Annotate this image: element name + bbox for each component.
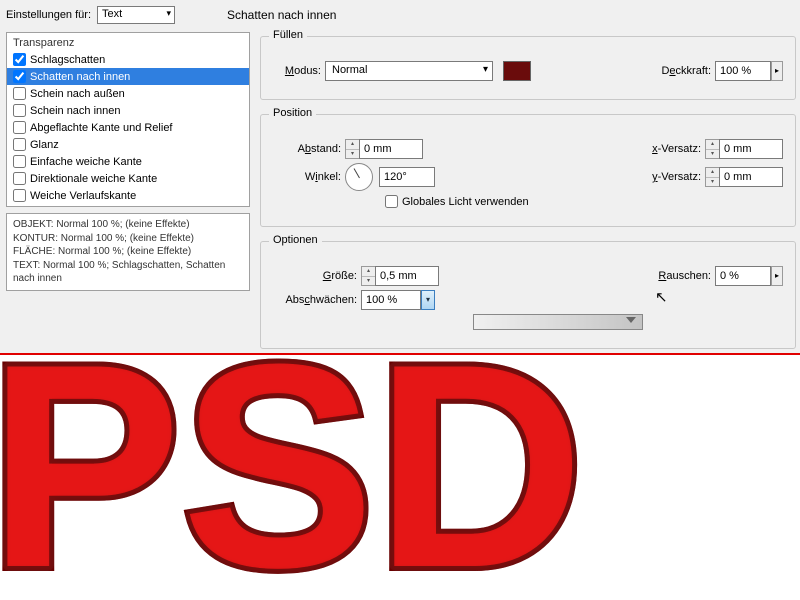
opacity-input[interactable] xyxy=(715,61,771,81)
distance-input[interactable] xyxy=(359,139,423,159)
size-spinner[interactable]: ▴▾ xyxy=(361,266,375,286)
effect-label: Schlagschatten xyxy=(30,54,105,66)
effect-item[interactable]: Abgeflachte Kante und Relief xyxy=(7,119,249,136)
effects-list[interactable]: Transparenz Schlagschatten Schatten nach … xyxy=(6,32,250,207)
effect-label: Einfache weiche Kante xyxy=(30,156,142,168)
fill-group: Füllen Modus: Normal Deckkraft: ▸ xyxy=(260,36,796,100)
effect-item[interactable]: Weiche Verlaufskante xyxy=(7,187,249,204)
effect-checkbox[interactable] xyxy=(13,104,26,117)
global-light-checkbox[interactable] xyxy=(385,195,398,208)
effect-item[interactable]: Einfache weiche Kante xyxy=(7,153,249,170)
effect-item[interactable]: Glanz xyxy=(7,136,249,153)
effect-item[interactable]: Direktionale weiche Kante xyxy=(7,170,249,187)
size-input[interactable] xyxy=(375,266,439,286)
effect-item[interactable]: Schlagschatten xyxy=(7,51,249,68)
effect-checkbox[interactable] xyxy=(13,53,26,66)
effect-label: Glanz xyxy=(30,139,59,151)
effect-label: Direktionale weiche Kante xyxy=(30,173,157,185)
opacity-label: Deckkraft: xyxy=(661,65,715,77)
effect-checkbox[interactable] xyxy=(13,121,26,134)
position-group: Position Abstand: ▴▾ x-Versatz: ▴▾ Winke… xyxy=(260,114,796,227)
effect-checkbox[interactable] xyxy=(13,155,26,168)
effects-summary: OBJEKT: Normal 100 %; (keine Effekte) KO… xyxy=(6,213,250,291)
mode-label: Modus: xyxy=(273,65,325,77)
effects-dialog: Einstellungen für: Text Schatten nach in… xyxy=(0,0,800,355)
effect-item[interactable]: Schein nach außen xyxy=(7,85,249,102)
noise-label: Rauschen: xyxy=(658,270,715,282)
distance-spinner[interactable]: ▴▾ xyxy=(345,139,359,159)
noise-menu-icon[interactable]: ▸ xyxy=(771,266,783,286)
effect-label: Schein nach innen xyxy=(30,105,121,117)
effect-checkbox[interactable] xyxy=(13,189,26,202)
opacity-menu-icon[interactable]: ▸ xyxy=(771,61,783,81)
angle-input[interactable] xyxy=(379,167,435,187)
xoffset-spinner[interactable]: ▴▾ xyxy=(705,139,719,159)
xoffset-label: x-Versatz: xyxy=(652,143,705,155)
global-light-label: Globales Licht verwenden xyxy=(402,196,529,208)
yoffset-spinner[interactable]: ▴▾ xyxy=(705,167,719,187)
choke-dropdown-icon[interactable]: ▾ xyxy=(421,290,435,310)
effect-item[interactable]: Schein nach innen xyxy=(7,102,249,119)
settings-for-label: Einstellungen für: xyxy=(6,9,91,21)
document-preview: PSD xyxy=(0,357,800,600)
effect-label: Schatten nach innen xyxy=(30,71,130,83)
yoffset-label: y-Versatz: xyxy=(652,171,705,183)
mode-select[interactable]: Normal xyxy=(325,61,493,81)
options-group: Optionen Größe: ▴▾ Rauschen: ▸ Abschwäch… xyxy=(260,241,796,349)
contour-gradient[interactable] xyxy=(473,314,643,330)
noise-input[interactable] xyxy=(715,266,771,286)
effect-checkbox[interactable] xyxy=(13,172,26,185)
panel-title: Schatten nach innen xyxy=(227,8,336,22)
choke-input[interactable] xyxy=(361,290,421,310)
size-label: Größe: xyxy=(273,270,361,282)
effect-checkbox[interactable] xyxy=(13,87,26,100)
angle-label: Winkel: xyxy=(273,171,345,183)
preview-text: PSD xyxy=(0,357,584,600)
angle-dial[interactable] xyxy=(345,163,373,191)
effect-label: Schein nach außen xyxy=(30,88,125,100)
settings-for-select[interactable]: Text xyxy=(97,6,175,24)
xoffset-input[interactable] xyxy=(719,139,783,159)
effect-label: Weiche Verlaufskante xyxy=(30,190,136,202)
effect-checkbox[interactable] xyxy=(13,70,26,83)
distance-label: Abstand: xyxy=(273,143,345,155)
yoffset-input[interactable] xyxy=(719,167,783,187)
effect-item[interactable]: Schatten nach innen xyxy=(7,68,249,85)
effects-list-header: Transparenz xyxy=(7,35,249,51)
choke-label: Abschwächen: xyxy=(273,294,361,306)
effect-label: Abgeflachte Kante und Relief xyxy=(30,122,173,134)
color-swatch[interactable] xyxy=(503,61,531,81)
effect-checkbox[interactable] xyxy=(13,138,26,151)
